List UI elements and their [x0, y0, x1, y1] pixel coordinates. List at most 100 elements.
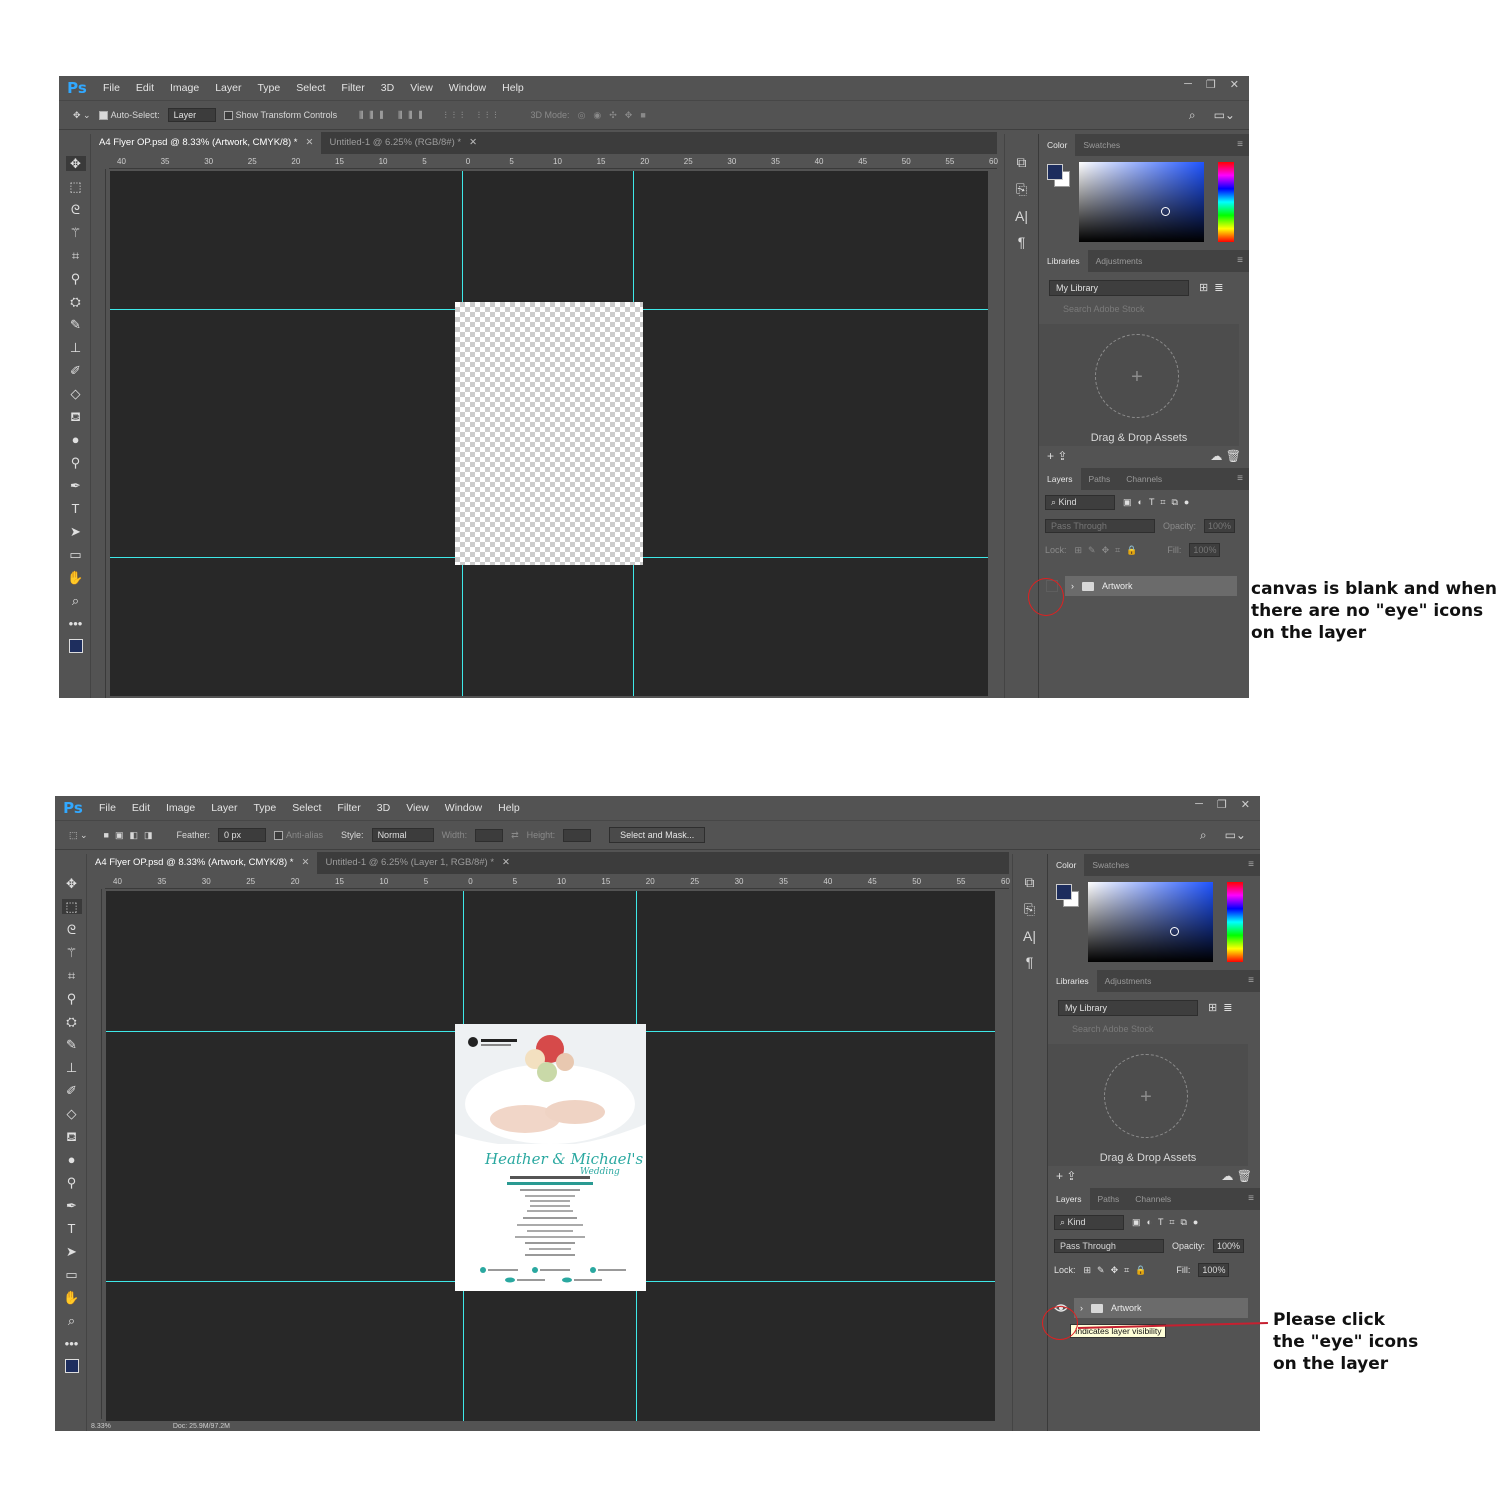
tab-layers[interactable]: Layers: [1048, 1188, 1090, 1210]
restore-button[interactable]: ❐: [1217, 798, 1227, 811]
tab-a4-flyer[interactable]: A4 Flyer OP.psd @ 8.33% (Artwork, CMYK/8…: [87, 852, 318, 874]
panel-menu-icon[interactable]: ≡: [1248, 975, 1254, 986]
layer-row-artwork[interactable]: › Artwork: [1039, 576, 1249, 596]
properties-panel-icon[interactable]: ⎘: [1016, 181, 1027, 198]
tab-swatches[interactable]: Swatches: [1075, 134, 1128, 156]
minimize-button[interactable]: ─: [1184, 78, 1192, 91]
fill-field[interactable]: 100%: [1198, 1263, 1230, 1277]
workspace-icon[interactable]: ▭⌄: [1225, 828, 1246, 843]
properties-panel-icon[interactable]: ⎘: [1024, 901, 1035, 918]
cloud-sync-icon[interactable]: ☁ 🗑: [1210, 449, 1241, 463]
tab-libraries[interactable]: Libraries: [1048, 970, 1097, 992]
close-button[interactable]: ✕: [1241, 798, 1250, 811]
menu-edit[interactable]: Edit: [128, 82, 162, 94]
search-icon[interactable]: ⌕: [1189, 108, 1196, 123]
rectangle-tool-icon[interactable]: ▭: [62, 1267, 82, 1282]
kind-filter-dropdown[interactable]: ⌕ Kind: [1045, 494, 1115, 510]
tab-layers[interactable]: Layers: [1039, 468, 1081, 490]
panel-menu-icon[interactable]: ≡: [1237, 255, 1243, 266]
color-spectrum[interactable]: [1088, 882, 1213, 962]
tab-untitled[interactable]: Untitled-1 @ 6.25% (RGB/8#) * ✕: [321, 132, 485, 154]
character-panel-icon[interactable]: A|: [1015, 208, 1028, 224]
tab-paths[interactable]: Paths: [1090, 1188, 1128, 1210]
eraser-tool-icon[interactable]: ◇: [66, 386, 86, 401]
panel-menu-icon[interactable]: ≡: [1248, 859, 1254, 870]
color-spectrum[interactable]: [1079, 162, 1204, 242]
tab-close-icon[interactable]: ✕: [305, 137, 313, 148]
document-canvas[interactable]: [110, 171, 988, 696]
color-picker-circle-icon[interactable]: [1170, 927, 1179, 936]
menu-image[interactable]: Image: [158, 802, 203, 814]
path-select-icon[interactable]: ➤: [66, 524, 86, 539]
tab-adjustments[interactable]: Adjustments: [1088, 250, 1151, 272]
tab-channels[interactable]: Channels: [1118, 468, 1170, 490]
hue-slider[interactable]: [1227, 882, 1243, 962]
lasso-tool-icon[interactable]: ᘓ: [62, 922, 82, 937]
blend-mode-dropdown[interactable]: Pass Through: [1045, 519, 1155, 533]
dodge-tool-icon[interactable]: ⚲: [66, 455, 86, 470]
chevron-right-icon[interactable]: ›: [1080, 1303, 1083, 1313]
panel-menu-icon[interactable]: ≡: [1248, 1193, 1254, 1204]
lasso-tool-icon[interactable]: ᘓ: [66, 202, 86, 217]
menu-help[interactable]: Help: [494, 82, 532, 94]
library-dropdown[interactable]: My Library: [1058, 1000, 1198, 1016]
foreground-color-swatch[interactable]: [68, 639, 90, 660]
zoom-level[interactable]: 8.33%: [91, 1423, 111, 1430]
tab-paths[interactable]: Paths: [1081, 468, 1119, 490]
feather-input[interactable]: 0 px: [218, 828, 267, 842]
lock-icons[interactable]: ⊞✎✥⌗🔒: [1075, 545, 1144, 556]
menu-image[interactable]: Image: [162, 82, 207, 94]
cloud-sync-icon[interactable]: ☁ 🗑: [1221, 1169, 1252, 1183]
blend-mode-dropdown[interactable]: Pass Through: [1054, 1239, 1164, 1253]
foreground-color-swatch[interactable]: [64, 1359, 86, 1380]
history-panel-icon[interactable]: ⧉: [1025, 874, 1035, 891]
layer-item[interactable]: › Artwork: [1074, 1298, 1248, 1318]
menu-type[interactable]: Type: [245, 802, 284, 814]
chevron-right-icon[interactable]: ›: [1071, 581, 1074, 591]
workspace-icon[interactable]: ▭⌄: [1214, 108, 1235, 123]
menu-filter[interactable]: Filter: [329, 802, 368, 814]
tab-adjustments[interactable]: Adjustments: [1097, 970, 1160, 992]
panel-menu-icon[interactable]: ≡: [1237, 139, 1243, 150]
healing-tool-icon[interactable]: ⛭: [66, 294, 86, 309]
menu-3d[interactable]: 3D: [369, 802, 398, 814]
tab-swatches[interactable]: Swatches: [1084, 854, 1137, 876]
swap-icon[interactable]: ⇄: [511, 830, 519, 841]
brush-tool-icon[interactable]: ✎: [66, 317, 86, 332]
drop-area[interactable]: + Drag & Drop Assets: [1048, 1044, 1248, 1166]
filter-icons[interactable]: ▣◐T⌗⧉●: [1132, 1217, 1204, 1228]
move-tool-icon[interactable]: ✥ ⌄: [73, 110, 91, 121]
stamp-tool-icon[interactable]: ⊥: [66, 340, 86, 355]
tab-close-icon[interactable]: ✕: [301, 857, 309, 868]
kind-filter-dropdown[interactable]: ⌕ Kind: [1054, 1214, 1124, 1230]
grid-view-icon[interactable]: ⊞: [1208, 1001, 1217, 1014]
opacity-field[interactable]: 100%: [1204, 519, 1236, 533]
paragraph-panel-icon[interactable]: ¶: [1018, 234, 1026, 250]
brush-tool-icon[interactable]: ✎: [62, 1037, 82, 1052]
show-transform-checkbox[interactable]: Show Transform Controls: [223, 110, 337, 121]
select-and-mask-button[interactable]: Select and Mask...: [609, 827, 706, 843]
type-tool-icon[interactable]: T: [62, 1221, 82, 1236]
auto-select-checkbox[interactable]: Auto-Select:: [98, 110, 160, 121]
tab-color[interactable]: Color: [1048, 854, 1085, 876]
tab-libraries[interactable]: Libraries: [1039, 250, 1088, 272]
foreground-color-swatch[interactable]: [1056, 884, 1072, 900]
restore-button[interactable]: ❐: [1206, 78, 1216, 91]
height-input[interactable]: [563, 828, 592, 842]
move-tool-icon[interactable]: ✥: [65, 156, 86, 171]
healing-tool-icon[interactable]: ⛭: [62, 1014, 82, 1029]
hand-tool-icon[interactable]: ✋: [66, 570, 86, 585]
paint-bucket-icon[interactable]: ⛾: [62, 1129, 82, 1144]
marquee-tool-icon[interactable]: ⬚ ⌄: [69, 830, 88, 841]
document-canvas[interactable]: Heather & Michael's Wedding: [106, 891, 995, 1421]
blur-tool-icon[interactable]: ●: [66, 432, 86, 447]
path-select-icon[interactable]: ➤: [62, 1244, 82, 1259]
eraser-tool-icon[interactable]: ◇: [62, 1106, 82, 1121]
more-tools-icon[interactable]: •••: [66, 616, 86, 631]
search-icon[interactable]: ⌕: [1200, 828, 1207, 843]
library-dropdown[interactable]: My Library: [1049, 280, 1189, 296]
menu-layer[interactable]: Layer: [207, 82, 249, 94]
more-tools-icon[interactable]: •••: [62, 1336, 82, 1351]
tab-untitled[interactable]: Untitled-1 @ 6.25% (Layer 1, RGB/8#) * ✕: [317, 852, 518, 874]
list-view-icon[interactable]: ≣: [1214, 281, 1223, 294]
